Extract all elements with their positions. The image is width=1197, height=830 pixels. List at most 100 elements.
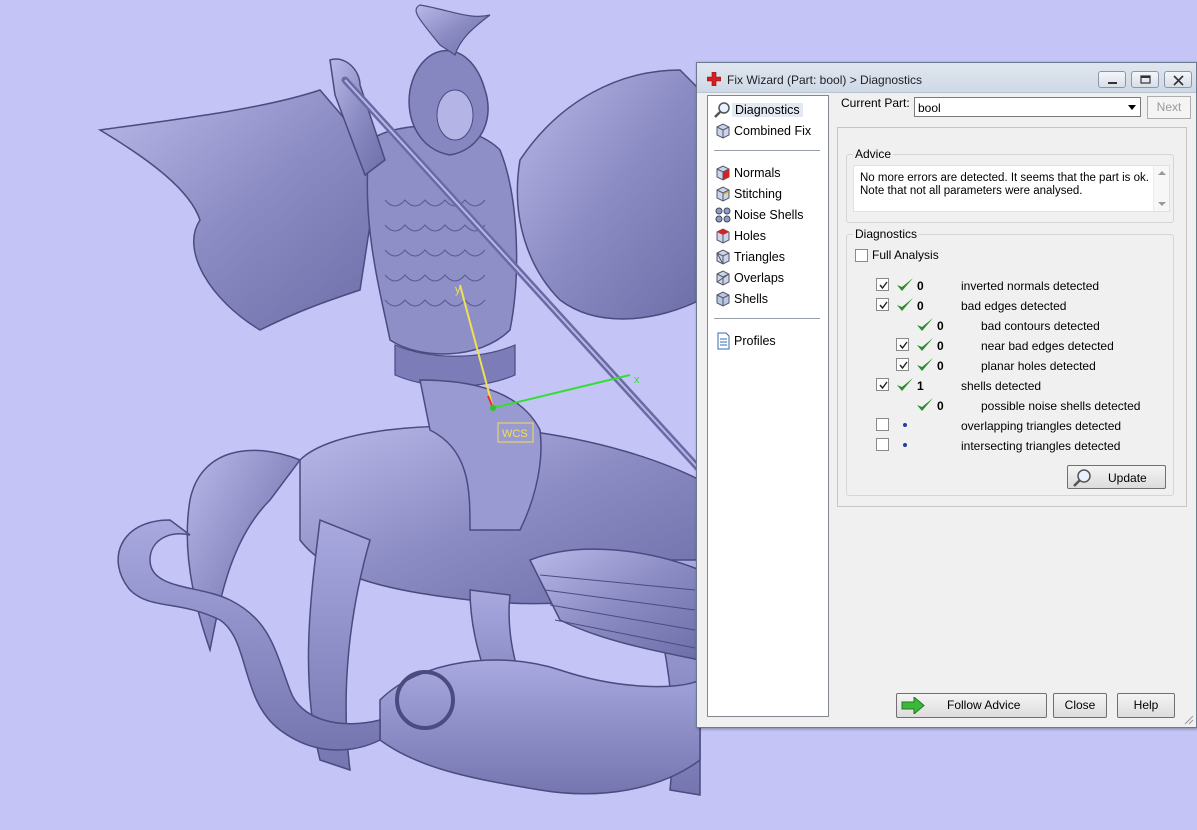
- wcs-label: WCS: [502, 428, 528, 440]
- advice-text: No more errors are detected. It seems th…: [860, 172, 1150, 198]
- document-icon: [717, 332, 730, 350]
- checkmark-icon: [879, 301, 888, 310]
- diagnostic-row: 1 shells detected: [847, 375, 1173, 395]
- nav-item-profiles[interactable]: Profiles: [712, 331, 824, 351]
- nav-label: Stitching: [734, 187, 782, 201]
- diagnostic-row: 0 planar holes detected: [847, 355, 1173, 375]
- minimize-icon: [1108, 82, 1117, 84]
- row-text: bad edges detected: [961, 299, 1067, 313]
- follow-advice-button[interactable]: Follow Advice: [896, 693, 1047, 718]
- diagnostic-row: 0 inverted normals detected: [847, 275, 1173, 295]
- nav-label: Triangles: [734, 250, 785, 264]
- current-part-select[interactable]: bool: [914, 97, 1141, 117]
- magnifier-icon: [1073, 469, 1091, 487]
- rider-face: [436, 89, 474, 141]
- advice-textbox[interactable]: No more errors are detected. It seems th…: [853, 165, 1170, 212]
- row-checkbox[interactable]: [876, 418, 889, 431]
- checkmark-icon: [899, 361, 908, 370]
- scroll-down-icon[interactable]: [1158, 202, 1166, 206]
- diagnostic-row: 0 possible noise shells detected: [847, 395, 1173, 415]
- nav-label: Noise Shells: [734, 208, 804, 222]
- overlaps-cube-icon: [716, 270, 730, 286]
- close-window-button[interactable]: [1164, 71, 1192, 88]
- fix-wizard-dialog: Fix Wizard (Part: bool) > Diagnostics Di…: [696, 62, 1197, 728]
- update-button[interactable]: Update: [1067, 465, 1166, 489]
- nav-item-normals[interactable]: Normals: [712, 163, 824, 183]
- resize-grip-icon[interactable]: [1184, 715, 1194, 725]
- status-ok-icon: [897, 278, 913, 291]
- row-count: 0: [937, 399, 944, 413]
- shells-cube-icon: [716, 291, 730, 307]
- nav-label: Normals: [734, 166, 781, 180]
- row-count: 1: [917, 379, 924, 393]
- diagnostic-row: intersecting triangles detected: [847, 435, 1173, 455]
- status-ok-icon: [917, 398, 933, 411]
- row-count: 0: [937, 359, 944, 373]
- window-title: Fix Wizard (Part: bool) > Diagnostics: [727, 73, 923, 87]
- row-count: 0: [937, 339, 944, 353]
- nav-label: Profiles: [734, 334, 776, 348]
- triangles-cube-icon: [716, 249, 730, 265]
- follow-advice-label: Follow Advice: [947, 698, 1021, 712]
- scroll-up-icon[interactable]: [1158, 171, 1166, 175]
- row-text: inverted normals detected: [961, 279, 1100, 293]
- current-part-label: Current Part:: [841, 96, 910, 110]
- close-button[interactable]: Close: [1053, 693, 1107, 718]
- row-checkbox[interactable]: [876, 438, 889, 451]
- diagnostics-title: Diagnostics: [853, 227, 920, 241]
- arrow-right-icon: [901, 697, 925, 714]
- holes-cube-icon: [716, 228, 730, 244]
- advice-group: Advice No more errors are detected. It s…: [846, 147, 1174, 223]
- nav-item-combined-fix[interactable]: Combined Fix: [712, 121, 824, 141]
- title-bar[interactable]: Fix Wizard (Part: bool) > Diagnostics: [697, 63, 1196, 93]
- nav-item-overlaps[interactable]: Overlaps: [712, 268, 824, 288]
- help-button[interactable]: Help: [1117, 693, 1175, 718]
- status-ok-icon: [897, 378, 913, 391]
- nav-item-stitching[interactable]: Stitching: [712, 184, 824, 204]
- maximize-button[interactable]: [1131, 71, 1159, 88]
- update-label: Update: [1108, 471, 1147, 485]
- minimize-button[interactable]: [1098, 71, 1126, 88]
- status-ok-icon: [917, 338, 933, 351]
- advice-scrollbar[interactable]: [1153, 166, 1169, 211]
- row-checkbox[interactable]: [876, 278, 889, 291]
- wizard-nav: Diagnostics Combined Fix Normals Stitchi…: [707, 95, 829, 717]
- row-checkbox[interactable]: [896, 358, 909, 371]
- diagnostic-row: overlapping triangles detected: [847, 415, 1173, 435]
- cube-icon: [716, 123, 730, 139]
- full-analysis-checkbox[interactable]: [855, 249, 868, 262]
- normals-cube-icon: [716, 165, 730, 181]
- full-analysis-label: Full Analysis: [872, 248, 939, 262]
- stitching-cube-icon: [716, 186, 730, 202]
- nav-label: Shells: [734, 292, 769, 306]
- row-checkbox[interactable]: [876, 378, 889, 391]
- diagnostics-group: Diagnostics Full Analysis 0 inverted nor…: [846, 227, 1174, 496]
- current-part-value: bool: [918, 101, 941, 115]
- row-checkbox[interactable]: [896, 338, 909, 351]
- status-pending-icon: [903, 443, 907, 447]
- nav-item-holes[interactable]: Holes: [712, 226, 824, 246]
- row-text: bad contours detected: [981, 319, 1100, 333]
- row-text: near bad edges detected: [981, 339, 1114, 353]
- row-text: overlapping triangles detected: [961, 419, 1122, 433]
- row-text: possible noise shells detected: [981, 399, 1141, 413]
- row-count: 0: [917, 299, 924, 313]
- dragon-wing: [528, 548, 701, 661]
- close-icon: [1173, 75, 1184, 86]
- row-text: planar holes detected: [981, 359, 1096, 373]
- next-button[interactable]: Next: [1147, 96, 1191, 119]
- horse-head: [516, 69, 701, 320]
- status-ok-icon: [897, 298, 913, 311]
- nav-item-noise-shells[interactable]: Noise Shells: [712, 205, 824, 225]
- nav-item-diagnostics[interactable]: Diagnostics: [712, 100, 824, 120]
- advice-line: No more errors are detected. It seems th…: [860, 172, 1149, 184]
- nav-label: Diagnostics: [732, 103, 803, 117]
- nav-item-shells[interactable]: Shells: [712, 289, 824, 309]
- nav-label: Holes: [734, 229, 766, 243]
- checkmark-icon: [879, 281, 888, 290]
- row-checkbox[interactable]: [876, 298, 889, 311]
- nav-divider: [714, 318, 820, 319]
- row-count: 0: [937, 319, 944, 333]
- nav-label: Combined Fix: [734, 124, 812, 138]
- nav-item-triangles[interactable]: Triangles: [712, 247, 824, 267]
